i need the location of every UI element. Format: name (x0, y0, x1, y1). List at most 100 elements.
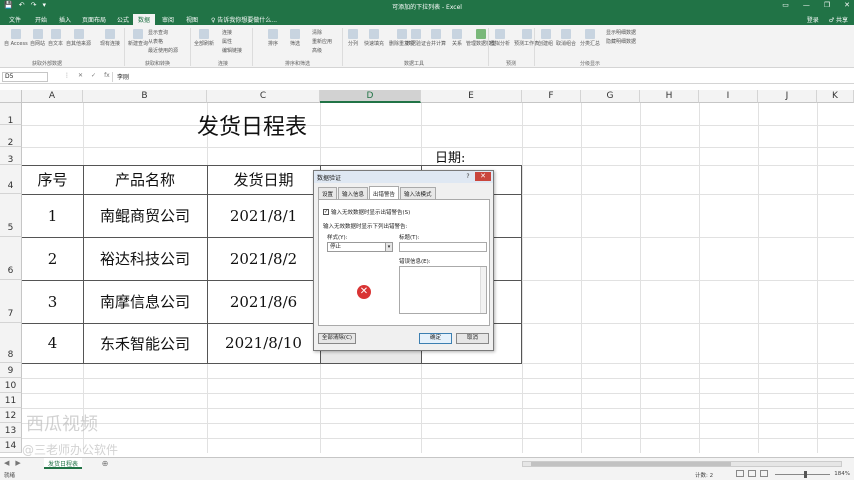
select-all-corner[interactable] (0, 90, 22, 103)
login-link[interactable]: 登录 (807, 15, 819, 24)
column-header-e[interactable]: E (421, 90, 522, 103)
tab-page-layout[interactable]: 页面布局 (77, 14, 111, 25)
relationships-button[interactable]: 关系 (452, 29, 462, 47)
close-icon[interactable]: ✕ (844, 1, 850, 9)
zoom-slider-handle[interactable] (804, 471, 807, 478)
show-queries-button[interactable]: 显示查询 (148, 29, 168, 36)
row-header-9[interactable]: 9 (0, 363, 22, 378)
tab-insert[interactable]: 插入 (54, 14, 76, 25)
sheet-title[interactable]: 发货日程表 (83, 103, 421, 147)
row-header-5[interactable]: 5 (0, 194, 22, 237)
tab-data[interactable]: 数据 (133, 14, 156, 25)
show-detail-button[interactable]: 显示明细数据 (606, 29, 636, 36)
advanced-filter-button[interactable]: 高级 (312, 47, 322, 54)
row-header-14[interactable]: 14 (0, 438, 22, 453)
table-cell[interactable]: 2 (22, 237, 83, 280)
table-cell[interactable]: 1 (22, 194, 83, 237)
minimize-icon[interactable]: — (803, 1, 810, 9)
tab-error-alert[interactable]: 出错警告 (369, 186, 400, 200)
row-header-6[interactable]: 6 (0, 237, 22, 280)
enter-icon[interactable]: ✓ (91, 72, 96, 79)
row-header-2[interactable]: 2 (0, 125, 22, 148)
from-other-sources-button[interactable]: 自其他来源 (66, 29, 91, 47)
tab-home[interactable]: 开始 (30, 14, 52, 25)
table-cell[interactable]: 3 (22, 280, 83, 323)
style-select[interactable]: 停止 ▾ (327, 242, 393, 252)
sort-button[interactable]: 排序 (268, 29, 278, 47)
edit-links-button[interactable]: 编辑链接 (222, 47, 242, 54)
cancel-icon[interactable]: ✕ (78, 72, 83, 79)
column-header-f[interactable]: F (522, 90, 581, 103)
existing-connections-button[interactable]: 现有连接 (100, 29, 120, 47)
clear-filter-button[interactable]: 清除 (312, 29, 322, 36)
normal-view-icon[interactable] (736, 470, 744, 477)
ok-button[interactable]: 确定 (419, 333, 452, 344)
row-header-10[interactable]: 10 (0, 378, 22, 393)
row-header-8[interactable]: 8 (0, 323, 22, 363)
page-break-view-icon[interactable] (760, 470, 768, 477)
close-icon[interactable]: ✕ (475, 172, 491, 181)
column-header-b[interactable]: B (83, 90, 207, 103)
data-validation-button[interactable]: 数据验证 (406, 29, 426, 47)
table-cell[interactable]: 2021/8/1 (207, 194, 320, 237)
connections-button[interactable]: 连接 (222, 29, 232, 36)
text-to-columns-button[interactable]: 分列 (348, 29, 358, 47)
ribbon-display-icon[interactable]: ▭ (782, 1, 789, 9)
name-box[interactable]: D5 (2, 72, 48, 82)
reapply-button[interactable]: 重新应用 (312, 38, 332, 45)
next-sheet-icon[interactable]: ▶ (15, 459, 20, 467)
column-header-a[interactable]: A (22, 90, 83, 103)
column-header-h[interactable]: H (640, 90, 699, 103)
prev-sheet-icon[interactable]: ◀ (4, 459, 9, 467)
header-product[interactable]: 产品名称 (83, 165, 207, 194)
row-header-11[interactable]: 11 (0, 393, 22, 408)
group-button[interactable]: 创建组 (538, 29, 553, 47)
help-icon[interactable]: ? (463, 173, 473, 181)
chevron-down-icon[interactable]: ▾ (385, 243, 392, 251)
from-access-button[interactable]: 自 Access (4, 29, 28, 47)
tab-file[interactable]: 文件 (4, 14, 26, 25)
page-layout-view-icon[interactable] (748, 470, 756, 477)
table-cell[interactable]: 南摩信息公司 (83, 280, 207, 323)
error-message-input[interactable] (399, 266, 487, 314)
zoom-level[interactable]: 184% (834, 471, 850, 477)
checkbox-box[interactable]: ✓ (323, 209, 329, 215)
tab-formulas[interactable]: 公式 (112, 14, 134, 25)
from-text-button[interactable]: 自文本 (48, 29, 63, 47)
scrollbar[interactable] (480, 267, 486, 313)
formula-input[interactable]: 李刚 (112, 72, 847, 82)
tell-me-search[interactable]: ♀ 告诉我你想要做什么... (206, 14, 282, 25)
table-cell[interactable]: 2021/8/2 (207, 237, 320, 280)
what-if-analysis-button[interactable]: 模拟分析 (490, 29, 510, 47)
recent-sources-button[interactable]: 最近使用的源 (148, 47, 178, 54)
column-header-d[interactable]: D (320, 90, 421, 103)
properties-button[interactable]: 属性 (222, 38, 232, 45)
title-input[interactable] (399, 242, 487, 252)
column-header-k[interactable]: K (817, 90, 854, 103)
row-header-13[interactable]: 13 (0, 423, 22, 438)
cancel-button[interactable]: 取消 (456, 333, 489, 344)
table-cell[interactable]: 2021/8/10 (207, 323, 320, 363)
column-header-j[interactable]: J (758, 90, 817, 103)
table-cell[interactable]: 4 (22, 323, 83, 363)
column-header-i[interactable]: I (699, 90, 758, 103)
scrollbar-thumb[interactable] (531, 462, 731, 466)
ungroup-button[interactable]: 取消组合 (556, 29, 576, 47)
header-ship-date[interactable]: 发货日期 (207, 165, 320, 194)
header-seq[interactable]: 序号 (22, 165, 83, 194)
zoom-slider[interactable] (775, 474, 830, 475)
new-query-button[interactable]: 新建查询 (128, 29, 148, 47)
table-cell[interactable]: 南鲲商贸公司 (83, 194, 207, 237)
filter-button[interactable]: 筛选 (290, 29, 300, 47)
table-cell[interactable]: 东禾智能公司 (83, 323, 207, 363)
horizontal-scrollbar[interactable] (522, 461, 842, 467)
refresh-all-button[interactable]: 全部刷新 (194, 29, 214, 47)
column-header-c[interactable]: C (207, 90, 320, 103)
share-button[interactable]: ♂ 共享 (829, 15, 848, 24)
row-header-7[interactable]: 7 (0, 280, 22, 323)
consolidate-button[interactable]: 合并计算 (426, 29, 446, 47)
flash-fill-button[interactable]: 快速填充 (364, 29, 384, 47)
show-alert-checkbox[interactable]: ✓ 输入无效数据时显示出错警告(S) (323, 208, 410, 216)
column-header-g[interactable]: G (581, 90, 640, 103)
forecast-sheet-button[interactable]: 预测工作表 (514, 29, 539, 47)
